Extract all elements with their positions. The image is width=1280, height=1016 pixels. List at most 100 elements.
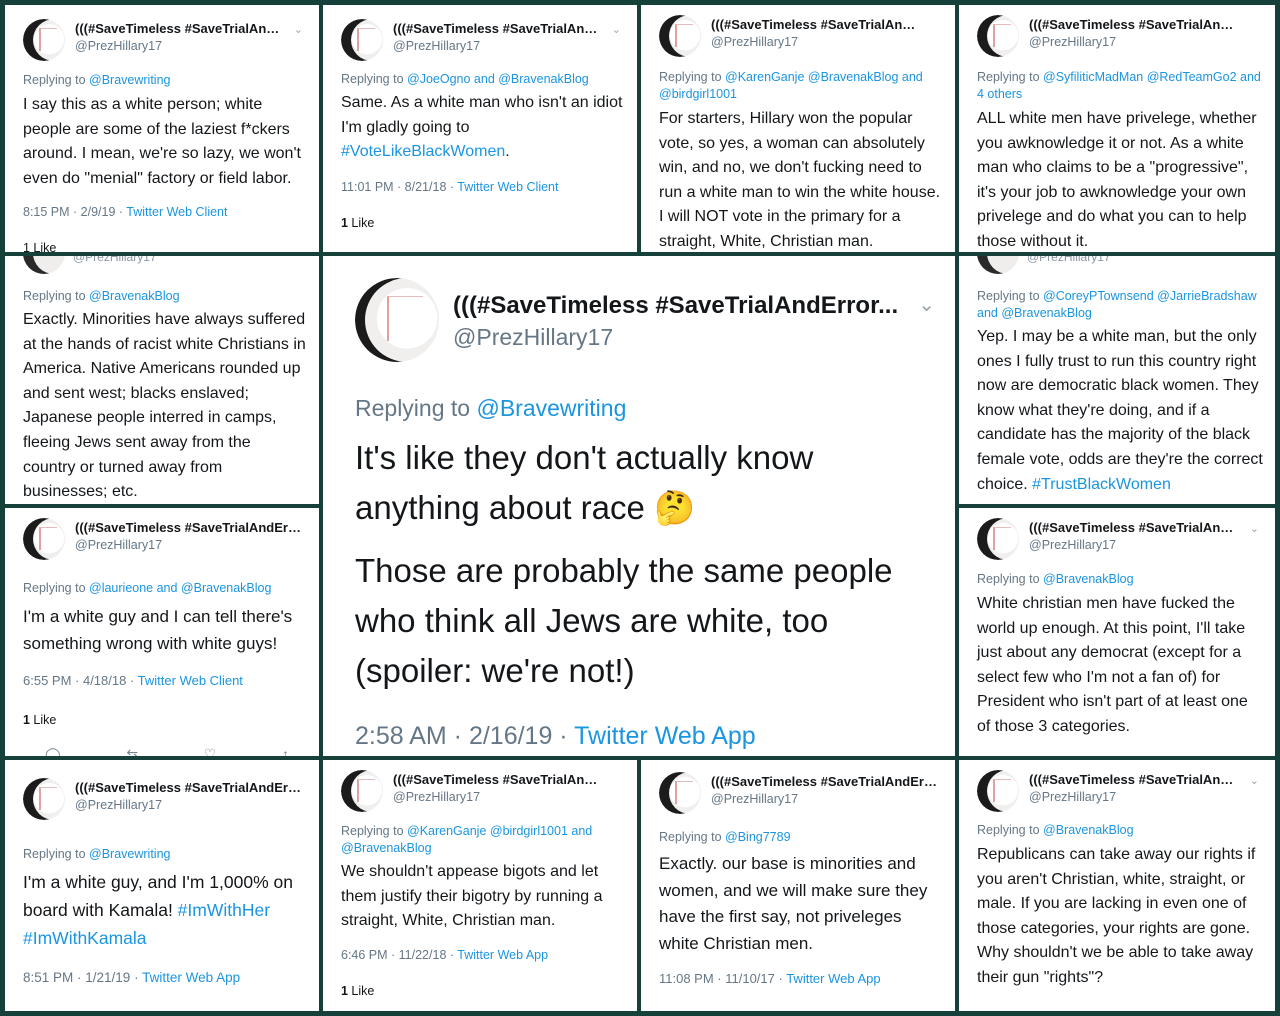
timestamp[interactable]: 2:58 AM · 2/16/19 ·: [355, 722, 574, 750]
display-name[interactable]: (((#SaveTimeless #SaveTrialAndError...: [75, 520, 305, 535]
avatar[interactable]: [23, 518, 65, 560]
likes-count[interactable]: 1 Like: [23, 241, 56, 252]
reply-mention-link[interactable]: @Bravewriting: [89, 847, 170, 861]
tweet-source-link[interactable]: Twitter Web App: [457, 948, 548, 962]
user-handle[interactable]: @PrezHillary17: [73, 256, 157, 264]
tweet-card[interactable]: (((#SaveTimeless #SaveTrialAndError... @…: [959, 5, 1275, 252]
user-handle[interactable]: @PrezHillary17: [75, 39, 162, 53]
tweet-card[interactable]: (((#SaveTimeless #SaveTrialAndError... @…: [5, 760, 319, 1011]
user-handle[interactable]: @PrezHillary17: [393, 39, 480, 53]
reply-mention-link[interactable]: @Bing7789: [725, 830, 791, 844]
avatar[interactable]: [977, 770, 1019, 812]
user-handle[interactable]: @PrezHillary17: [453, 324, 613, 351]
reply-mention-link[interactable]: @BravenakBlog: [1043, 823, 1134, 837]
tweet-header: (((#SaveTimeless #SaveTrialAndError... @…: [977, 15, 1261, 59]
user-handle[interactable]: @PrezHillary17: [1029, 538, 1116, 552]
tweet-source-link[interactable]: Twitter Web App: [786, 971, 880, 986]
like-icon[interactable]: ♡: [204, 746, 217, 756]
user-handle[interactable]: @PrezHillary17: [75, 798, 162, 812]
tweet-card[interactable]: (((#SaveTimeless #SaveTrialAndError... @…: [959, 508, 1275, 756]
likes-count[interactable]: 1 Like: [341, 984, 374, 998]
reply-mention-link[interactable]: @laurieone and @BravenakBlog: [89, 581, 271, 595]
timestamp[interactable]: 6:55 PM · 4/18/18 ·: [23, 673, 138, 688]
avatar[interactable]: [659, 15, 701, 57]
tweet-source-link[interactable]: Twitter Web Client: [138, 673, 243, 688]
tweet-source-link[interactable]: Twitter Web Client: [457, 180, 558, 194]
tweet-text: Exactly. Minorities have always suffered…: [23, 311, 306, 501]
replying-to: Replying to @Bravewriting: [355, 393, 943, 423]
replying-to-label: Replying to: [355, 395, 477, 421]
user-handle[interactable]: @PrezHillary17: [1029, 790, 1116, 804]
avatar[interactable]: [341, 19, 383, 61]
share-icon[interactable]: ↑: [282, 746, 289, 756]
user-handle[interactable]: @PrezHillary17: [393, 790, 480, 804]
display-name[interactable]: (((#SaveTimeless #SaveTrialAndError...: [1029, 17, 1239, 32]
display-name[interactable]: (((#SaveTimeless #SaveTrialAndError...: [711, 774, 941, 789]
reply-mention-link[interactable]: @BravenakBlog: [1043, 572, 1134, 586]
tweet-card[interactable]: (((#SaveTimeless #SaveTrialAndError... @…: [641, 760, 955, 1011]
tweet-source-link[interactable]: Twitter Web App: [142, 970, 240, 985]
tweet-text: Yep. I may be a white man, but the only …: [977, 325, 1263, 497]
tweet-source-link[interactable]: Twitter Web App: [574, 722, 756, 750]
avatar[interactable]: [341, 770, 383, 812]
reply-mention-link[interactable]: @Bravewriting: [476, 395, 626, 421]
tweet-card[interactable]: (((#SaveTimeless #SaveTrialAndError... @…: [323, 760, 637, 1011]
reply-mention-link[interactable]: @Bravewriting: [89, 73, 170, 87]
display-name[interactable]: (((#SaveTimeless #SaveTrialAndError...: [393, 21, 601, 36]
display-name[interactable]: (((#SaveTimeless #SaveTrialAndError...: [453, 292, 899, 320]
display-name[interactable]: (((#SaveTimeless #SaveTrialAndError...: [1029, 772, 1239, 787]
user-handle[interactable]: @PrezHillary17: [1027, 256, 1111, 264]
tweet-header: (((#SaveTimeless #SaveTrialAndError... @…: [659, 15, 941, 59]
timestamp[interactable]: 6:46 PM · 11/22/18 ·: [341, 948, 457, 962]
tweet-card[interactable]: @PrezHillary17 Replying to @BravenakBlog…: [5, 256, 319, 504]
hashtag-link[interactable]: #TrustBlackWomen: [1032, 476, 1171, 493]
reply-mention-link[interactable]: @JoeOgno and @BravenakBlog: [407, 72, 589, 86]
chevron-down-icon[interactable]: ⌄: [612, 23, 621, 36]
avatar[interactable]: [977, 518, 1019, 560]
tweet-card[interactable]: (((#SaveTimeless #SaveTrialAndError... @…: [641, 5, 955, 252]
avatar[interactable]: [977, 15, 1019, 57]
display-name[interactable]: (((#SaveTimeless #SaveTrialAndError...: [75, 780, 305, 795]
chevron-down-icon[interactable]: ⌄: [1250, 774, 1259, 787]
hashtag-link[interactable]: #ImWithKamala: [23, 928, 147, 948]
tweet-card[interactable]: (((#SaveTimeless #SaveTrialAndError... @…: [959, 760, 1275, 1011]
tweet-card[interactable]: (((#SaveTimeless #SaveTrialAndError... @…: [5, 508, 319, 756]
retweet-icon[interactable]: ⇆: [126, 746, 138, 756]
display-name[interactable]: (((#SaveTimeless #SaveTrialAndError...: [711, 17, 919, 32]
user-handle[interactable]: @PrezHillary17: [75, 538, 162, 552]
display-name[interactable]: (((#SaveTimeless #SaveTrialAndError...: [393, 772, 601, 787]
chevron-down-icon[interactable]: ⌄: [918, 292, 935, 317]
replying-to: Replying to @Bravewriting: [23, 846, 307, 863]
avatar[interactable]: [23, 19, 65, 61]
tweet-card[interactable]: (((#SaveTimeless #SaveTrialAndError... @…: [323, 5, 637, 252]
tweet-card[interactable]: (((#SaveTimeless #SaveTrialAndError... @…: [5, 5, 319, 252]
display-name[interactable]: (((#SaveTimeless #SaveTrialAndError...: [75, 21, 283, 36]
likes-count[interactable]: 1 Like: [341, 216, 374, 230]
timestamp[interactable]: 11:08 PM · 11/10/17 ·: [659, 971, 786, 986]
user-handle[interactable]: @PrezHillary17: [711, 792, 798, 806]
avatar[interactable]: [977, 256, 1019, 274]
reply-icon[interactable]: ◯: [45, 746, 61, 756]
timestamp[interactable]: 8:15 PM · 2/9/19 ·: [23, 205, 126, 219]
likes-count[interactable]: 1 Like: [23, 713, 56, 727]
timestamp[interactable]: 8:51 PM · 1/21/19 ·: [23, 970, 142, 985]
chevron-down-icon[interactable]: ⌄: [294, 23, 303, 36]
replying-to-label: Replying to: [977, 823, 1044, 837]
user-handle[interactable]: @PrezHillary17: [1029, 35, 1116, 49]
reply-mention-link[interactable]: @BravenakBlog: [89, 289, 180, 303]
likes-label: Like: [347, 216, 375, 230]
avatar[interactable]: [23, 256, 65, 274]
tweet-card[interactable]: @PrezHillary17 Replying to @CoreyPTownse…: [959, 256, 1275, 504]
timestamp[interactable]: 11:01 PM · 8/21/18 ·: [341, 180, 457, 194]
display-name[interactable]: (((#SaveTimeless #SaveTrialAndError...: [1029, 520, 1239, 535]
avatar[interactable]: [23, 778, 65, 820]
user-handle[interactable]: @PrezHillary17: [711, 35, 798, 49]
tweet-card-featured[interactable]: (((#SaveTimeless #SaveTrialAndError... @…: [323, 256, 955, 756]
hashtag-link[interactable]: #VoteLikeBlackWomen: [341, 143, 505, 160]
tweet-meta: 6:55 PM · 4/18/18 · Twitter Web Client: [23, 673, 243, 688]
avatar[interactable]: [659, 772, 701, 814]
hashtag-link[interactable]: #ImWithHer: [178, 900, 270, 920]
tweet-source-link[interactable]: Twitter Web Client: [126, 205, 227, 219]
avatar[interactable]: [355, 278, 439, 362]
chevron-down-icon[interactable]: ⌄: [1250, 522, 1259, 535]
